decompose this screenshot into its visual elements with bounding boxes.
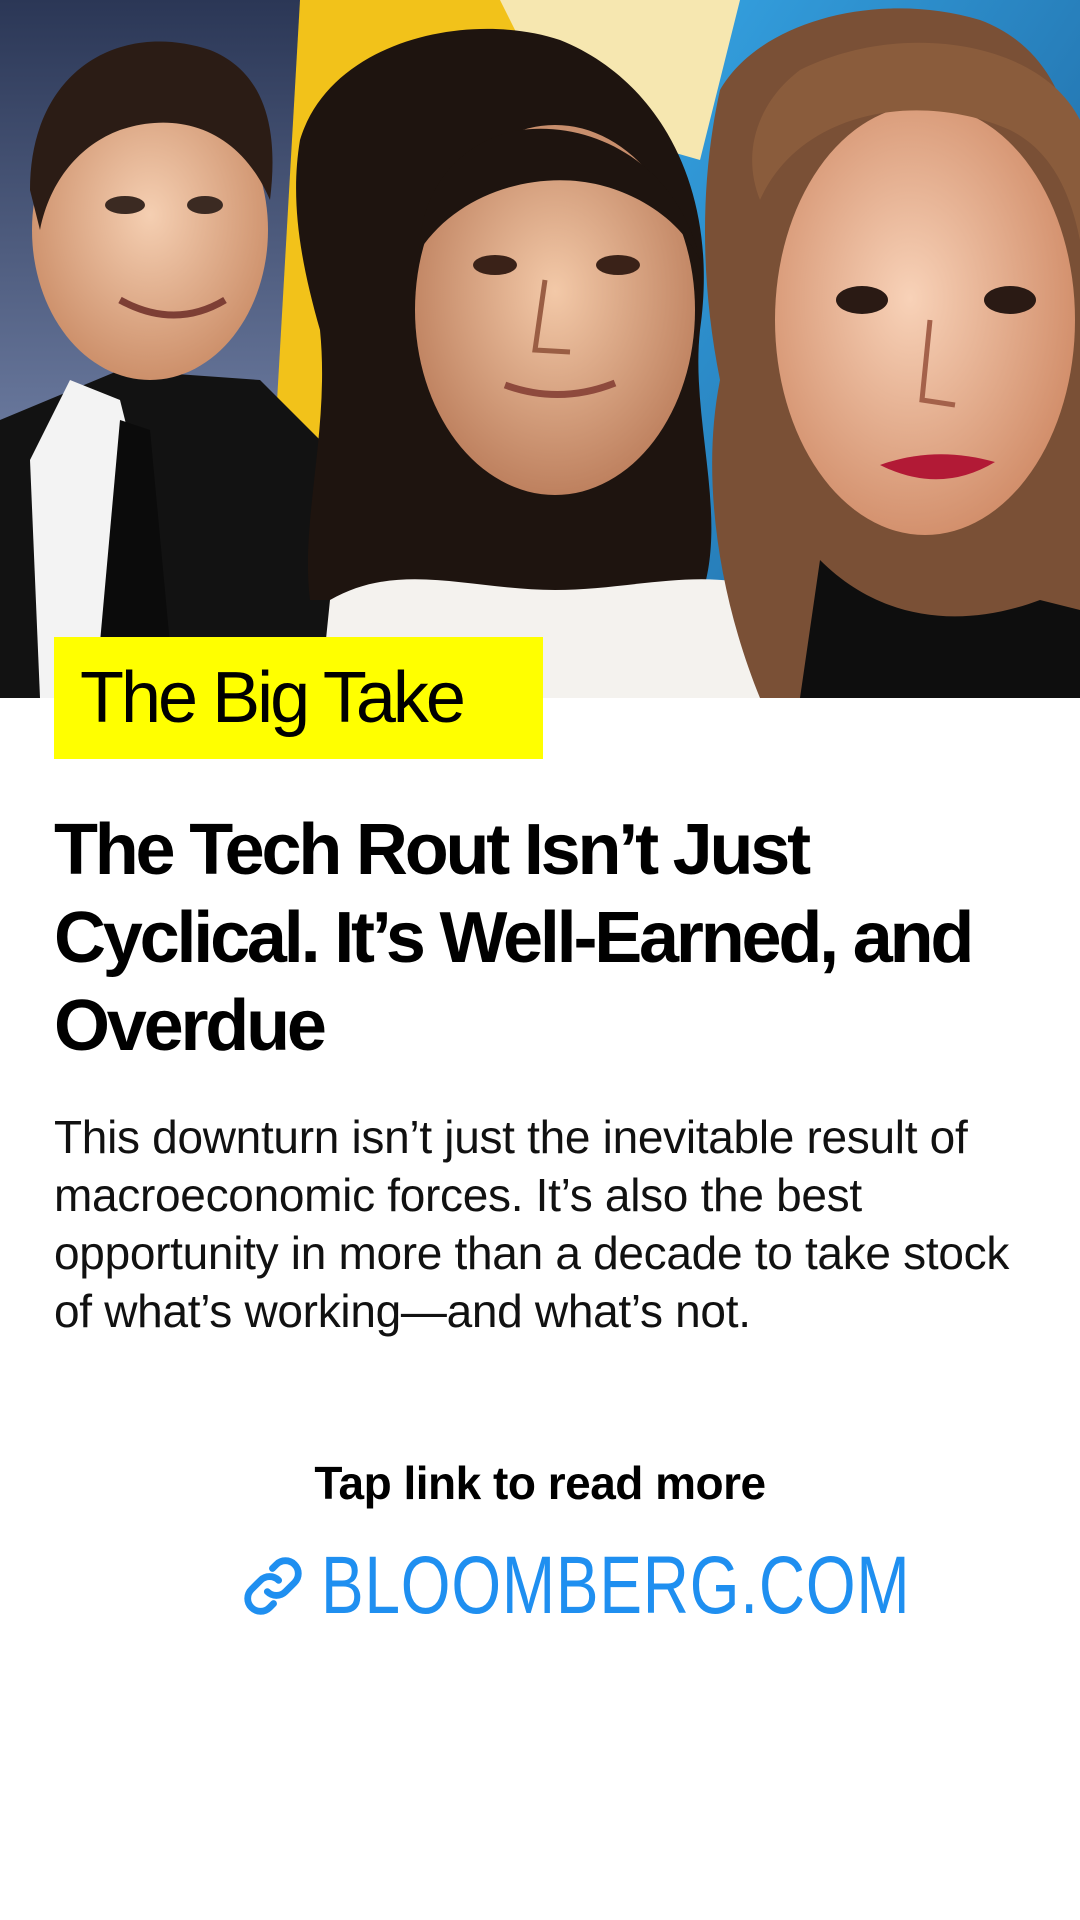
portrait-right — [705, 8, 1080, 698]
cta-label: Tap link to read more — [314, 1457, 766, 1509]
hero-photo-collage — [0, 0, 1080, 698]
deck-text: This downturn isn’t just the inevitable … — [54, 1111, 1010, 1337]
link-icon — [244, 1557, 302, 1615]
section-tag: The Big Take — [54, 637, 543, 759]
bloomberg-link[interactable]: BLOOMBERG.COM — [0, 1538, 1080, 1634]
headline: The Tech Rout Isn’t Just Cyclical. It’s … — [54, 810, 974, 1066]
link-text[interactable]: BLOOMBERG.COM — [321, 1545, 910, 1627]
section-tag-label: The Big Take — [80, 658, 466, 738]
